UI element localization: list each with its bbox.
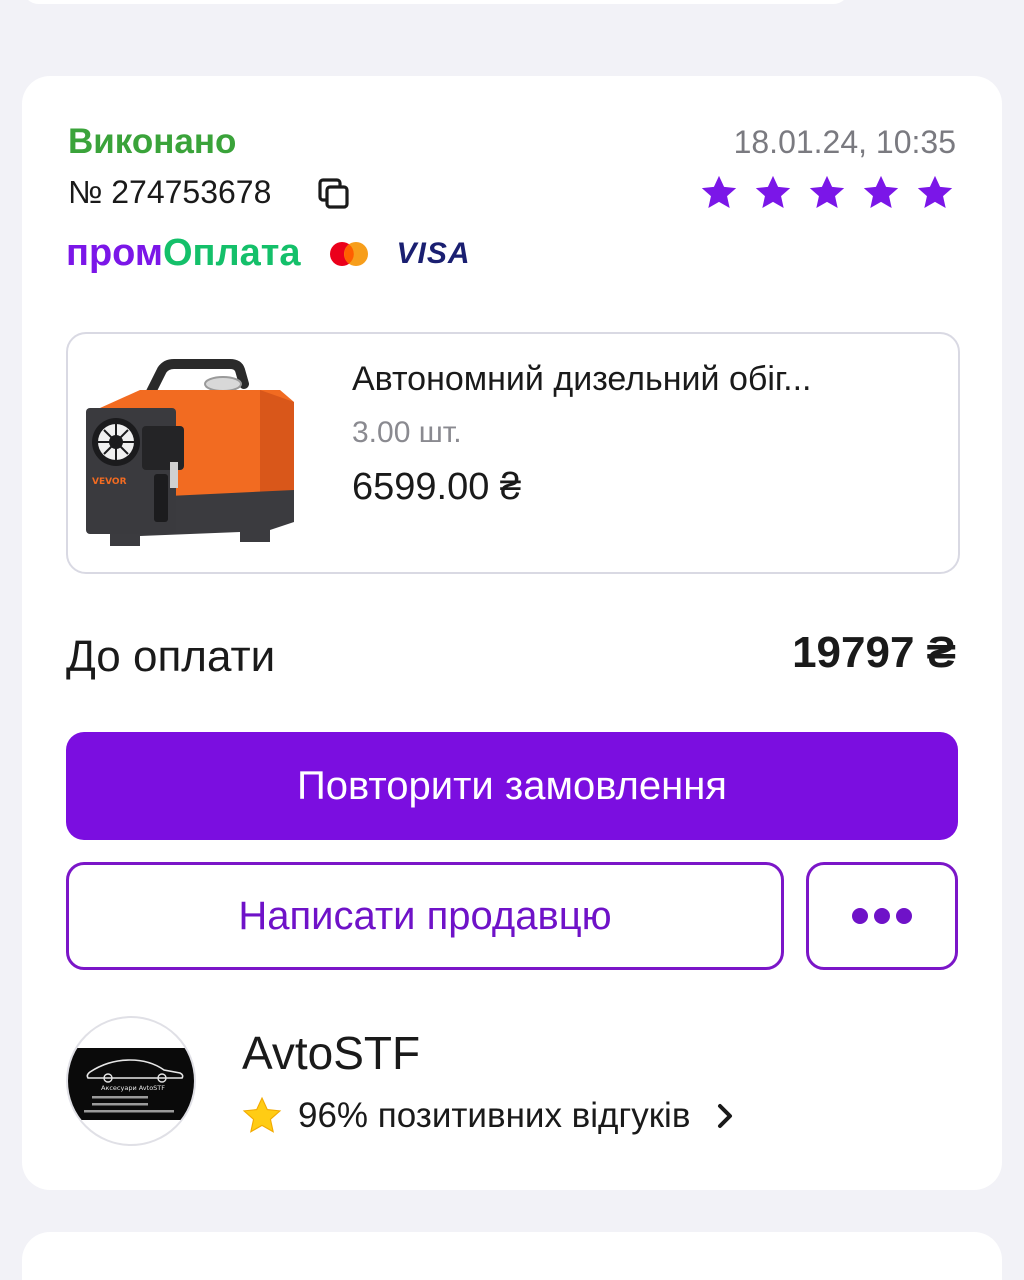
- star-icon: [809, 175, 845, 209]
- visa-logo: VISA: [396, 236, 471, 270]
- star-icon: [863, 175, 899, 209]
- product-item[interactable]: VEVOR Автономний дизельний обіг... 3.00 …: [66, 332, 960, 574]
- product-quantity: 3.00 шт.: [352, 416, 462, 449]
- payment-methods: промОплата VISA: [66, 232, 471, 275]
- seller-avatar[interactable]: Аксесуари AvtoSTF: [66, 1016, 196, 1146]
- write-seller-button[interactable]: Написати продавцю: [66, 862, 784, 970]
- order-rating[interactable]: [698, 172, 956, 214]
- order-datetime: 18.01.24, 10:35: [733, 124, 956, 160]
- previous-card: [22, 0, 850, 4]
- seller-name[interactable]: AvtoSTF: [242, 1026, 420, 1080]
- star-icon: [755, 175, 791, 209]
- order-number: № 274753678: [68, 174, 272, 210]
- star-icon: [242, 1096, 282, 1133]
- star-icon: [701, 175, 737, 209]
- more-button[interactable]: [806, 862, 958, 970]
- write-seller-label: Написати продавцю: [238, 893, 612, 938]
- copy-icon[interactable]: [316, 176, 352, 212]
- prom-payment-logo: промОплата: [66, 232, 301, 274]
- repeat-order-button[interactable]: Повторити замовлення: [66, 732, 958, 840]
- seller-logo-text: Аксесуари AvtoSTF: [101, 1084, 165, 1092]
- seller-reviews-link[interactable]: 96% позитивних відгуків: [240, 1094, 738, 1138]
- star-icon: [917, 175, 953, 209]
- svg-text:VEVOR: VEVOR: [92, 477, 127, 487]
- order-status: Виконано: [68, 122, 237, 161]
- repeat-order-label: Повторити замовлення: [297, 763, 727, 808]
- next-card: [22, 1232, 1002, 1280]
- seller-rating-text: 96% позитивних відгуків: [298, 1096, 691, 1135]
- total-value: 19797 ₴: [792, 628, 956, 677]
- product-price: 6599.00 ₴: [352, 466, 522, 508]
- more-dots-icon: [852, 908, 912, 924]
- chevron-right-icon: [718, 1104, 733, 1128]
- total-label: До оплати: [66, 632, 276, 681]
- product-name: Автономний дизельний обіг...: [352, 360, 812, 398]
- order-card: Виконано 18.01.24, 10:35 № 274753678 про…: [22, 76, 1002, 1190]
- mastercard-icon: [329, 241, 368, 266]
- product-image: VEVOR: [86, 359, 294, 546]
